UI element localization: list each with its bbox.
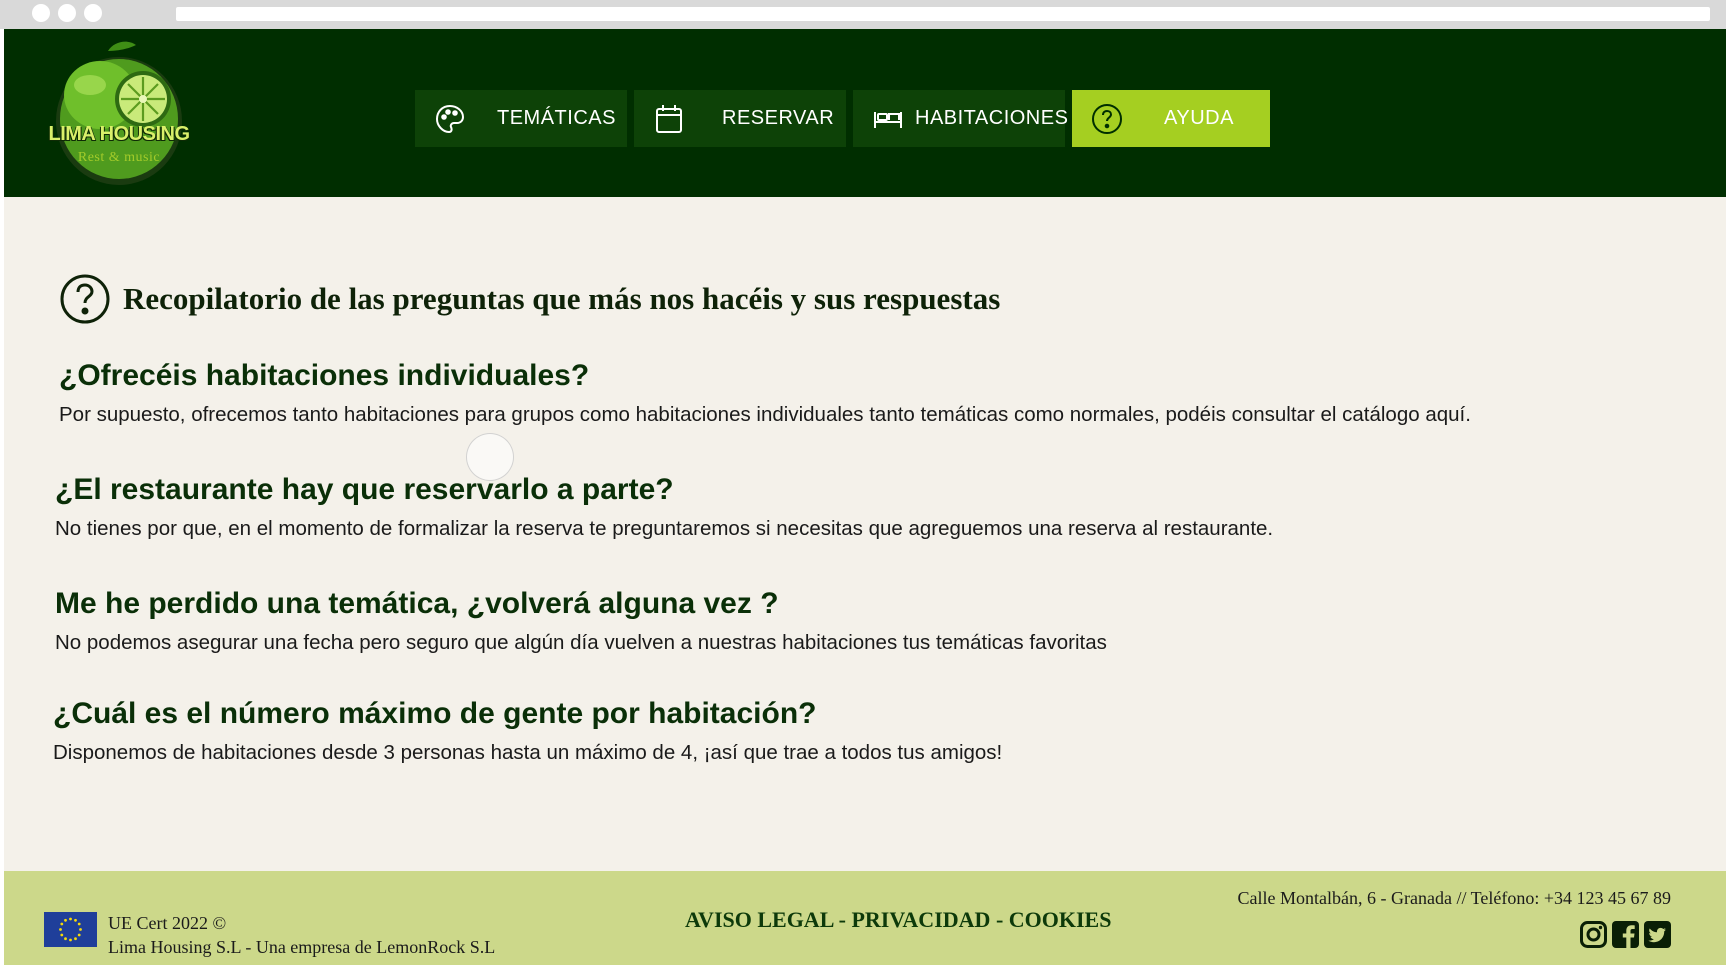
window-maximize-dot[interactable] <box>84 4 102 22</box>
main-nav: TEMÁTICAS RESERVAR HABITACIONES AYUDA <box>415 90 1277 147</box>
faq-answer: Por supuesto, ofrecemos tanto habitacion… <box>59 403 1471 426</box>
nav-label: TEMÁTICAS <box>497 107 616 129</box>
faq-question: ¿Ofrecéis habitaciones individuales? <box>59 359 590 392</box>
faq-item: ¿El restaurante hay que reservarlo a par… <box>55 473 1273 541</box>
nav-ayuda[interactable]: AYUDA <box>1072 90 1270 147</box>
page-title: Recopilatorio de las preguntas que más n… <box>123 281 1001 316</box>
logo-title: LIMA HOUSING <box>48 123 190 145</box>
faq-item: Me he perdido una temática, ¿volverá alg… <box>55 587 1107 655</box>
question-circle-icon <box>60 274 110 324</box>
faq-item: ¿Cuál es el número máximo de gente por h… <box>53 697 1002 765</box>
lime-logo-icon <box>56 41 182 185</box>
help-circle-icon <box>1090 102 1124 136</box>
aviso-legal-link[interactable]: AVISO LEGAL <box>685 907 833 932</box>
twitter-icon[interactable] <box>1644 921 1671 948</box>
instagram-icon[interactable] <box>1580 921 1607 948</box>
site-footer: UE Cert 2022 © Lima Housing S.L - Una em… <box>4 871 1726 965</box>
company-line: Lima Housing S.L - Una empresa de LemonR… <box>108 937 496 957</box>
nav-label: RESERVAR <box>722 107 835 129</box>
page: LIMA HOUSING Rest & music TEMÁTICAS RESE… <box>4 29 1726 965</box>
cert-line: UE Cert 2022 © <box>108 913 227 933</box>
mouse-cursor-indicator <box>466 433 514 481</box>
footer-cert: UE Cert 2022 © Lima Housing S.L - Una em… <box>108 911 495 959</box>
window-close-dot[interactable] <box>32 4 50 22</box>
privacidad-link[interactable]: PRIVACIDAD <box>851 907 990 932</box>
cookies-link[interactable]: COOKIES <box>1009 907 1112 932</box>
separator: - <box>833 907 852 932</box>
browser-chrome <box>0 0 1726 29</box>
nav-tematicas[interactable]: TEMÁTICAS <box>415 90 627 147</box>
eu-flag-icon <box>44 912 97 947</box>
faq-item: ¿Ofrecéis habitaciones individuales? Por… <box>59 359 1471 427</box>
window-minimize-dot[interactable] <box>58 4 76 22</box>
social-links <box>1575 921 1671 948</box>
faq-section: Recopilatorio de las preguntas que más n… <box>4 197 1726 791</box>
legal-links: AVISO LEGAL - PRIVACIDAD - COOKIES <box>685 907 1111 933</box>
palette-icon <box>433 102 467 136</box>
site-header: LIMA HOUSING Rest & music TEMÁTICAS RESE… <box>4 29 1726 197</box>
nav-label: AYUDA <box>1164 107 1234 129</box>
logo-tagline: Rest & music <box>77 150 161 165</box>
logo[interactable]: LIMA HOUSING Rest & music <box>48 37 190 189</box>
faq-question: ¿Cuál es el número máximo de gente por h… <box>53 697 817 730</box>
nav-habitaciones[interactable]: HABITACIONES <box>853 90 1069 147</box>
faq-question: Me he perdido una temática, ¿volverá alg… <box>55 587 779 620</box>
bed-icon <box>871 102 905 136</box>
faq-answer: No podemos asegurar una fecha pero segur… <box>55 631 1107 654</box>
faq-answer: No tienes por que, en el momento de form… <box>55 517 1274 540</box>
facebook-icon[interactable] <box>1612 921 1639 948</box>
address-bar[interactable] <box>176 7 1710 21</box>
faq-question: ¿El restaurante hay que reservarlo a par… <box>55 473 674 506</box>
nav-label: HABITACIONES <box>915 107 1069 129</box>
separator: - <box>990 907 1009 932</box>
faq-answer: Disponemos de habitaciones desde 3 perso… <box>53 741 1003 764</box>
nav-reservar[interactable]: RESERVAR <box>634 90 846 147</box>
calendar-icon <box>652 102 686 136</box>
contact-info: Calle Montalbán, 6 - Granada // Teléfono… <box>1237 888 1671 908</box>
faq-heading: Recopilatorio de las preguntas que más n… <box>59 273 1000 325</box>
